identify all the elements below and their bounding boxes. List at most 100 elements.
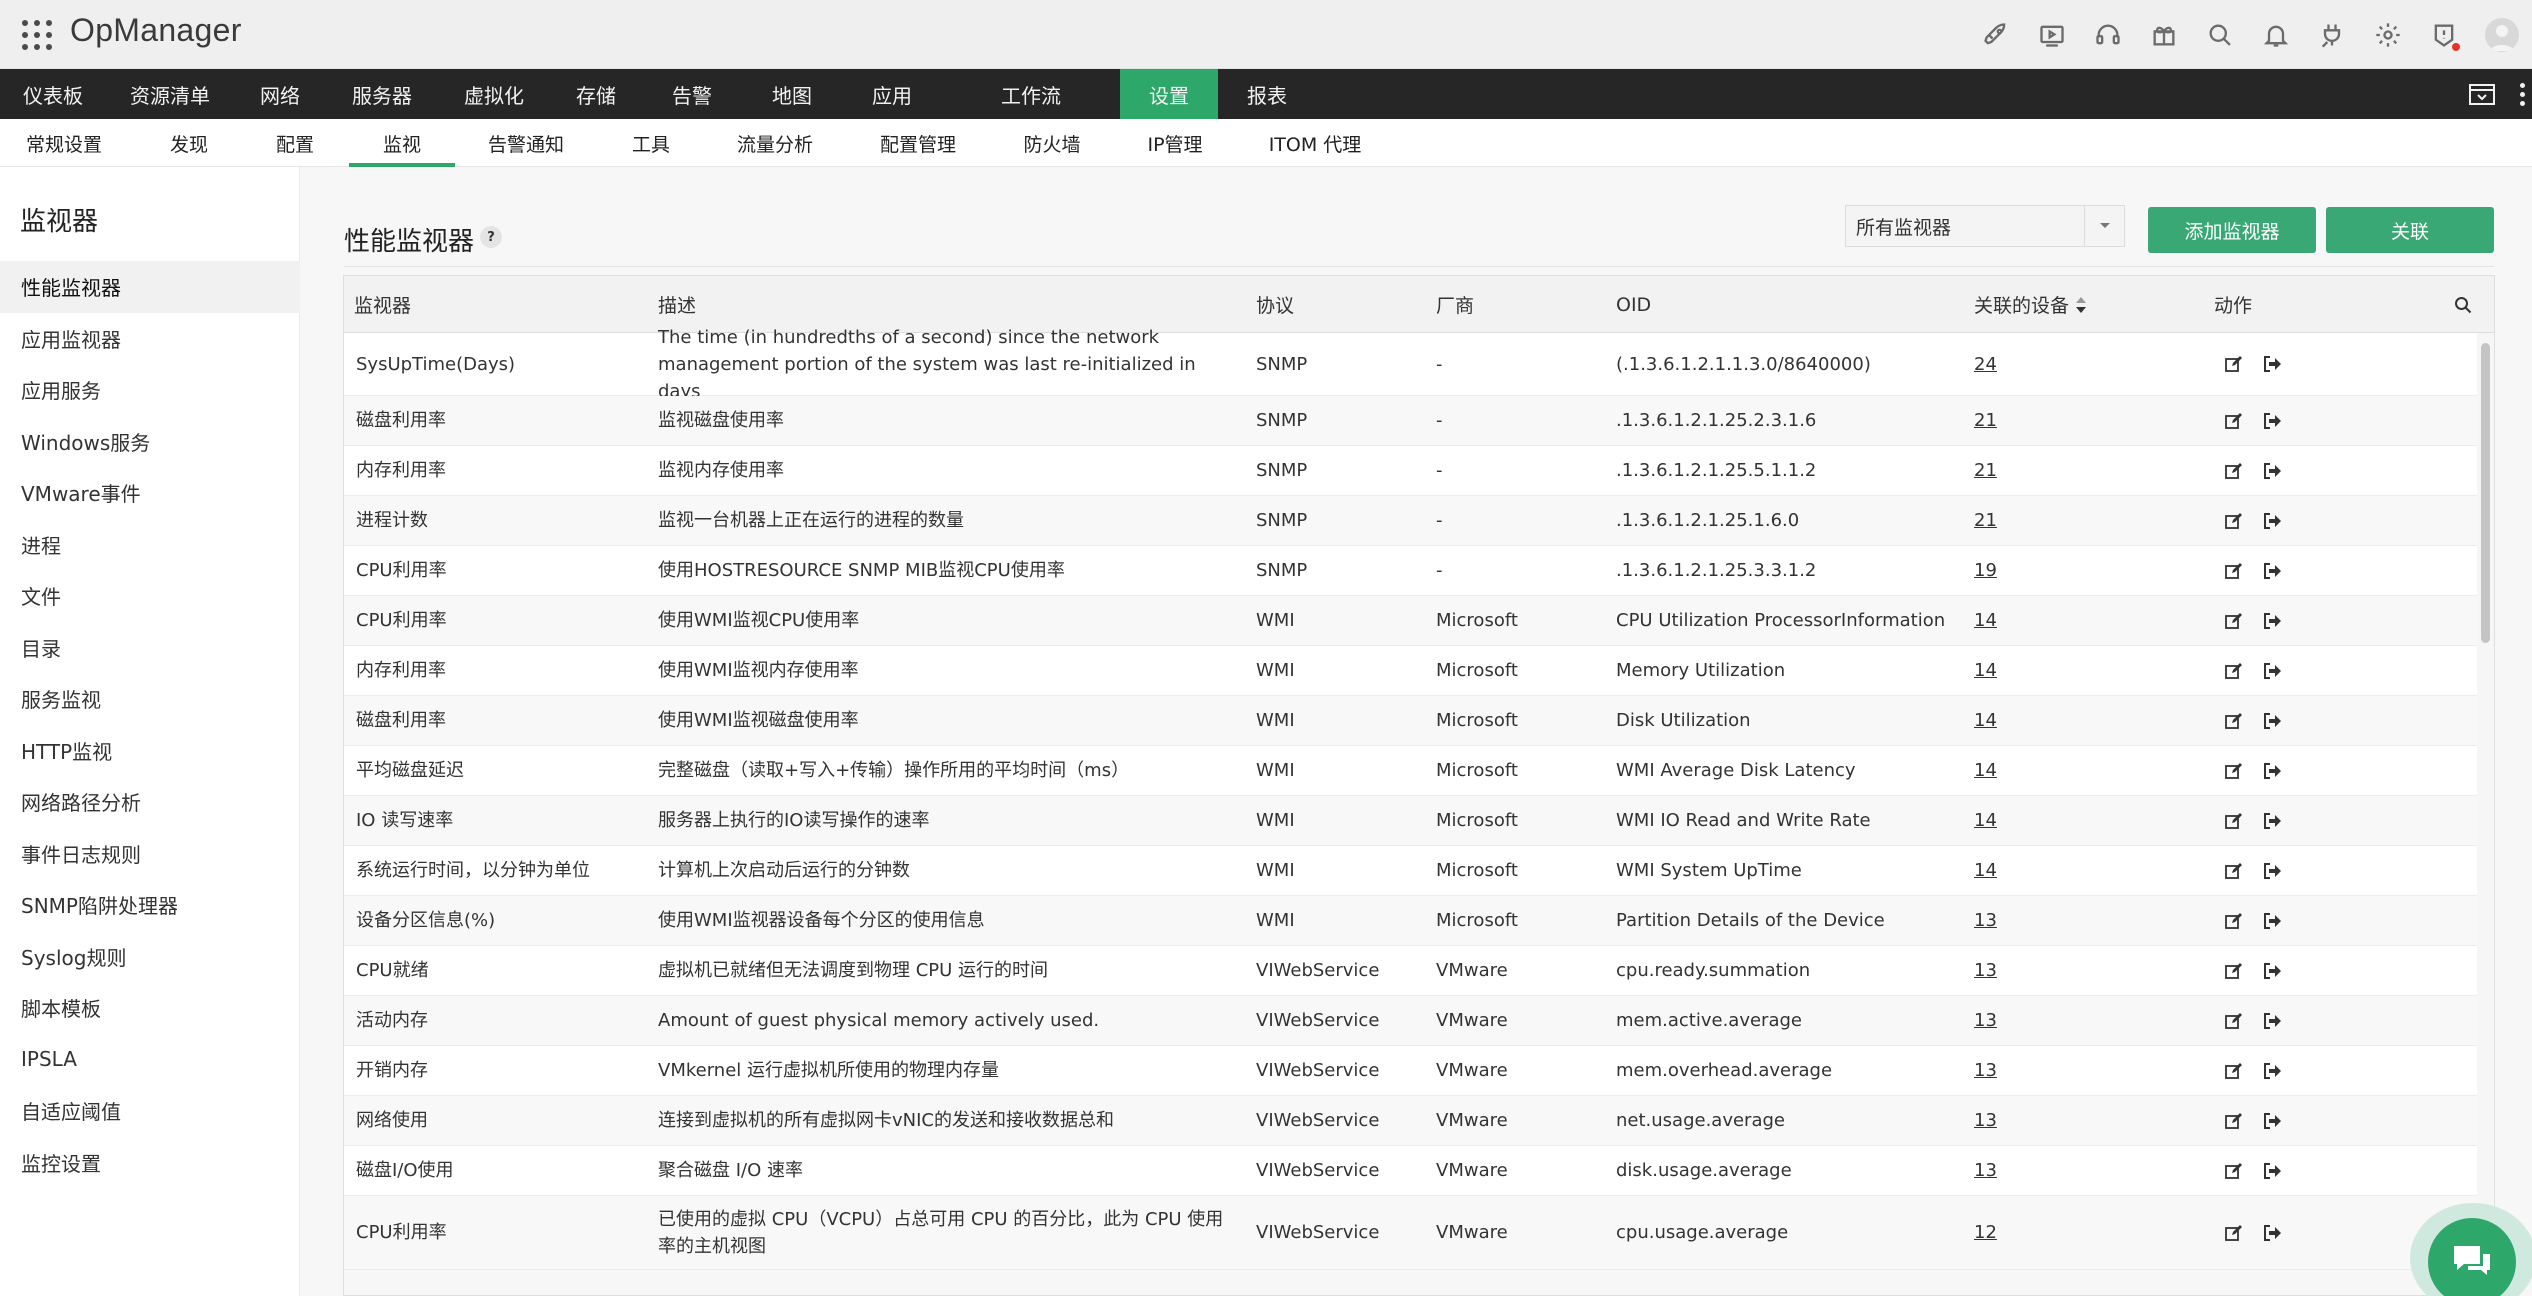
table-row[interactable]: SysUpTime(Days) The time (in hundredths o… xyxy=(344,327,2479,402)
scrollbar-thumb[interactable] xyxy=(2481,343,2490,643)
alert-shield-icon[interactable] xyxy=(2416,0,2472,69)
edit-icon[interactable] xyxy=(2224,1096,2244,1145)
app-grid-icon[interactable] xyxy=(20,18,54,52)
tab-firewall[interactable]: 防火墙 xyxy=(1012,119,1092,167)
col-monitor[interactable]: 监视器 xyxy=(354,276,411,333)
edit-icon[interactable] xyxy=(2224,1146,2244,1195)
tab-discovery[interactable]: 发现 xyxy=(148,119,230,167)
sidebar-item-ipsla[interactable]: IPSLA xyxy=(0,1034,300,1086)
nav-apps[interactable]: 应用 xyxy=(842,69,942,119)
sidebar-item-application-monitors[interactable]: 应用监视器 xyxy=(0,313,300,365)
edit-icon[interactable] xyxy=(2224,896,2244,945)
sidebar-item-folders[interactable]: 目录 xyxy=(0,622,300,674)
associate-icon[interactable] xyxy=(2262,496,2282,545)
sidebar-item-snmp-trap-processors[interactable]: SNMP陷阱处理器 xyxy=(0,879,300,931)
edit-icon[interactable] xyxy=(2224,646,2244,695)
table-row[interactable]: CPU利用率 已使用的虚拟 CPU（VCPU）占总可用 CPU 的百分比，此为 C… xyxy=(344,1196,2479,1270)
edit-icon[interactable] xyxy=(2224,396,2244,445)
col-oid[interactable]: OID xyxy=(1616,276,1651,333)
edit-icon[interactable] xyxy=(2224,1046,2244,1095)
associate-icon[interactable] xyxy=(2262,996,2282,1045)
sidebar-item-files[interactable]: 文件 xyxy=(0,570,300,622)
headset-icon[interactable] xyxy=(2080,0,2136,69)
sidebar-item-windows-services[interactable]: Windows服务 xyxy=(0,416,300,468)
table-row[interactable]: 活动内存 Amount of guest physical memory acti… xyxy=(344,996,2479,1046)
cell-associated-devices[interactable]: 13 xyxy=(1974,1046,1997,1095)
table-row[interactable]: 进程计数 监视一台机器上正在运行的进程的数量 SNMP - .1.3.6.1.2.1.2… xyxy=(344,496,2479,546)
add-monitor-button[interactable]: 添加监视器 xyxy=(2148,207,2316,253)
table-row[interactable]: CPU就绪 虚拟机已就绪但无法调度到物理 CPU 运行的时间 VIWebServic… xyxy=(344,946,2479,996)
associate-icon[interactable] xyxy=(2262,446,2282,495)
tab-configuration[interactable]: 配置 xyxy=(254,119,336,167)
nav-reports[interactable]: 报表 xyxy=(1218,69,1316,119)
cell-associated-devices[interactable]: 13 xyxy=(1974,1146,1997,1195)
more-menu-icon[interactable] xyxy=(2512,69,2532,119)
sidebar-item-script-templates[interactable]: 脚本模板 xyxy=(0,982,300,1034)
tab-notifications[interactable]: 告警通知 xyxy=(476,119,576,167)
associate-icon[interactable] xyxy=(2262,846,2282,895)
user-avatar-icon[interactable] xyxy=(2472,0,2532,69)
associate-icon[interactable] xyxy=(2262,1096,2282,1145)
col-vendor[interactable]: 厂商 xyxy=(1436,276,1474,333)
help-icon[interactable]: ? xyxy=(480,226,502,248)
associate-button[interactable]: 关联 xyxy=(2326,207,2494,253)
table-scrollbar[interactable] xyxy=(2477,333,2494,1295)
cell-associated-devices[interactable]: 12 xyxy=(1974,1196,1997,1269)
table-row[interactable]: 磁盘利用率 使用WMI监视磁盘使用率 WMI Microsoft Disk Utiliz… xyxy=(344,696,2479,746)
plug-icon[interactable] xyxy=(2304,0,2360,69)
nav-storage[interactable]: 存储 xyxy=(550,69,642,119)
table-row[interactable]: 内存利用率 监视内存使用率 SNMP - .1.3.6.1.2.1.25.5.1.1.2… xyxy=(344,446,2479,496)
sidebar-item-performance-monitors[interactable]: 性能监视器 xyxy=(0,261,300,313)
nav-maps[interactable]: 地图 xyxy=(742,69,842,119)
col-associated-devices[interactable]: 关联的设备 xyxy=(1974,276,2087,333)
edit-icon[interactable] xyxy=(2224,596,2244,645)
nav-inventory[interactable]: 资源清单 xyxy=(106,69,234,119)
edit-icon[interactable] xyxy=(2224,946,2244,995)
tab-flow-analysis[interactable]: 流量分析 xyxy=(724,119,826,167)
tab-config-management[interactable]: 配置管理 xyxy=(868,119,968,167)
sidebar-item-syslog-rules[interactable]: Syslog规则 xyxy=(0,931,300,983)
associate-icon[interactable] xyxy=(2262,333,2282,395)
edit-icon[interactable] xyxy=(2224,746,2244,795)
cell-associated-devices[interactable]: 13 xyxy=(1974,996,1997,1045)
associate-icon[interactable] xyxy=(2262,946,2282,995)
cell-associated-devices[interactable]: 13 xyxy=(1974,946,1997,995)
nav-network[interactable]: 网络 xyxy=(234,69,326,119)
col-protocol[interactable]: 协议 xyxy=(1256,276,1294,333)
cell-associated-devices[interactable]: 14 xyxy=(1974,746,1997,795)
edit-icon[interactable] xyxy=(2224,696,2244,745)
tab-itom-agent[interactable]: ITOM 代理 xyxy=(1262,119,1368,167)
calendar-icon[interactable] xyxy=(2452,69,2512,119)
edit-icon[interactable] xyxy=(2224,546,2244,595)
edit-icon[interactable] xyxy=(2224,846,2244,895)
edit-icon[interactable] xyxy=(2224,496,2244,545)
sidebar-item-eventlog-rules[interactable]: 事件日志规则 xyxy=(0,828,300,880)
video-icon[interactable] xyxy=(2024,0,2080,69)
associate-icon[interactable] xyxy=(2262,1196,2282,1269)
associate-icon[interactable] xyxy=(2262,796,2282,845)
edit-icon[interactable] xyxy=(2224,333,2244,395)
sidebar-item-service-monitors[interactable]: 服务监视 xyxy=(0,673,300,725)
cell-associated-devices[interactable]: 13 xyxy=(1974,896,1997,945)
gear-icon[interactable] xyxy=(2360,0,2416,69)
nav-virtualization[interactable]: 虚拟化 xyxy=(438,69,550,119)
chat-icon[interactable] xyxy=(2428,1218,2516,1296)
monitor-filter-select[interactable]: 所有监视器 xyxy=(1845,205,2125,247)
associate-icon[interactable] xyxy=(2262,596,2282,645)
cell-associated-devices[interactable]: 21 xyxy=(1974,396,1997,445)
associate-icon[interactable] xyxy=(2262,746,2282,795)
nav-servers[interactable]: 服务器 xyxy=(326,69,438,119)
sidebar-item-network-path-analysis[interactable]: 网络路径分析 xyxy=(0,776,300,828)
cell-associated-devices[interactable]: 24 xyxy=(1974,333,1997,395)
cell-associated-devices[interactable]: 21 xyxy=(1974,496,1997,545)
tab-general-settings[interactable]: 常规设置 xyxy=(0,119,128,167)
edit-icon[interactable] xyxy=(2224,996,2244,1045)
table-search-icon[interactable] xyxy=(2454,276,2472,333)
table-row[interactable]: CPU利用率 使用HOSTRESOURCE SNMP MIB监视CPU使用率 SNM… xyxy=(344,546,2479,596)
edit-icon[interactable] xyxy=(2224,796,2244,845)
cell-associated-devices[interactable]: 14 xyxy=(1974,646,1997,695)
tab-tools[interactable]: 工具 xyxy=(611,119,691,167)
associate-icon[interactable] xyxy=(2262,696,2282,745)
sidebar-item-monitoring-settings[interactable]: 监控设置 xyxy=(0,1137,300,1189)
associate-icon[interactable] xyxy=(2262,1146,2282,1195)
